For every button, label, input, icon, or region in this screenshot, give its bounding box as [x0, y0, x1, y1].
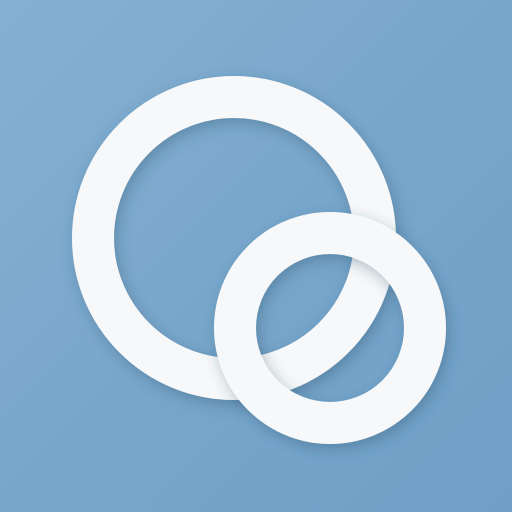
app-icon [0, 0, 512, 512]
overlapping-circles-icon [72, 76, 446, 444]
